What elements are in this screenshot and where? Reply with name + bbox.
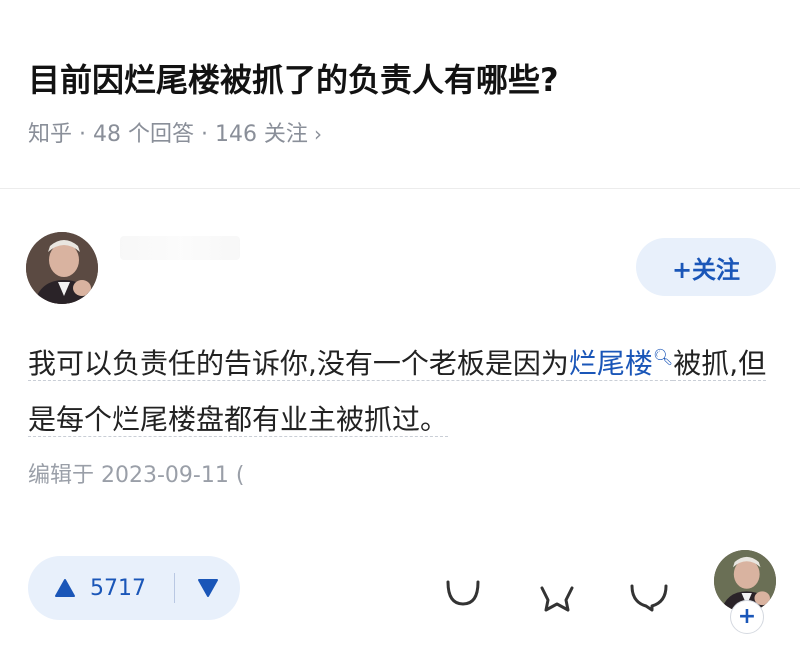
chevron-right-icon: › xyxy=(313,122,322,146)
keyword-link[interactable]: 烂尾楼🔍︎ xyxy=(568,347,674,382)
triangle-down-icon xyxy=(197,579,218,597)
triangle-up-icon xyxy=(55,579,75,597)
vote-bar: 5717 xyxy=(28,556,240,620)
star-icon xyxy=(540,586,574,612)
person-avatar-icon xyxy=(26,232,98,304)
comment-icon xyxy=(446,580,480,606)
upvote-button[interactable]: 5717 xyxy=(28,556,174,620)
divider xyxy=(0,188,800,189)
author-name[interactable] xyxy=(120,236,240,260)
follow-button[interactable]: +关注 xyxy=(636,238,776,296)
heart-icon xyxy=(630,584,668,612)
answer-text-before: 我可以负责任的告诉你,没有一个老板是因为 xyxy=(28,347,569,382)
like-button[interactable] xyxy=(626,568,672,614)
action-toolbar xyxy=(430,568,680,618)
search-icon: 🔍︎ xyxy=(652,348,674,367)
question-meta-text: 知乎 · 48 个回答 · 146 关注 xyxy=(28,122,308,147)
downvote-button[interactable] xyxy=(175,556,240,620)
author-avatar[interactable] xyxy=(26,232,98,304)
upvote-count: 5717 xyxy=(90,575,146,601)
question-meta[interactable]: 知乎 · 48 个回答 · 146 关注 › xyxy=(28,118,322,151)
keyword-text: 烂尾楼 xyxy=(568,347,653,381)
favorite-button[interactable] xyxy=(534,568,580,614)
answer-content[interactable]: 我可以负责任的告诉你,没有一个老板是因为烂尾楼🔍︎被抓,但是每个烂尾楼盘都有业主… xyxy=(28,330,778,448)
comment-button[interactable] xyxy=(440,568,486,614)
edited-timestamp: 编辑于 2023-09-11 ( xyxy=(28,463,245,488)
question-title[interactable]: 目前因烂尾楼被抓了的负责人有哪些? xyxy=(28,56,788,104)
follow-plus-button[interactable]: + xyxy=(730,600,764,634)
